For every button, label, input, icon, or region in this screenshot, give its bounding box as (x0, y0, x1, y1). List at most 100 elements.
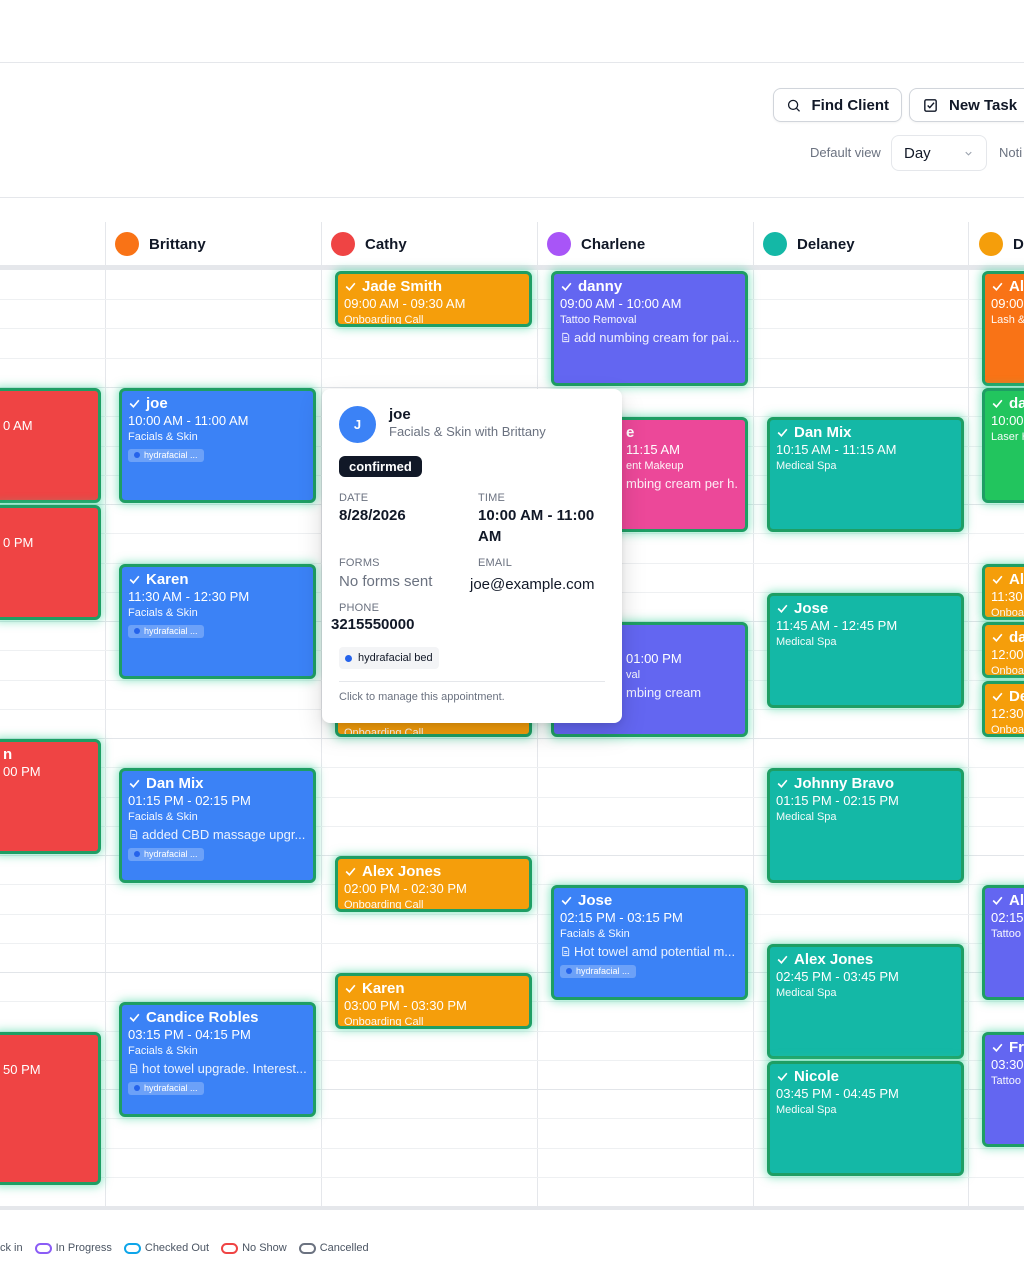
check-icon (129, 575, 140, 584)
appointment-time: 11:30 AM - 12:30 PM (128, 589, 250, 604)
appointment-client-name: da (991, 629, 1024, 646)
default-view-value: Day (904, 144, 931, 162)
status-badge: confirmed (339, 456, 422, 477)
appointment-card[interactable]: De 12:30 Onboar (982, 681, 1024, 737)
note-icon (562, 946, 570, 957)
avatar: J (339, 406, 376, 443)
appointment-popover[interactable]: J joe Facials & Skin with Brittany confi… (322, 389, 622, 723)
staff-color-dot (763, 232, 787, 256)
note-icon (562, 332, 570, 343)
appointment-time: 03:15 PM - 04:15 PM (128, 1027, 251, 1042)
staff-header-delaney[interactable]: Delaney (763, 222, 963, 266)
staff-name: Cathy (365, 235, 407, 253)
check-icon (561, 282, 572, 291)
appointment-service: Medical Spa (776, 987, 837, 999)
check-icon (777, 955, 788, 964)
appointment-card[interactable]: Dan Mix 01:15 PM - 02:15 PM Facials & Sk… (119, 768, 316, 883)
staff-name: Delaney (797, 235, 855, 253)
appointment-card[interactable]: n 00 PM (0, 739, 101, 854)
appointment-card[interactable]: Ali 11:30 A Onboar (982, 564, 1024, 620)
appointment-time: 10:15 AM - 11:15 AM (776, 442, 897, 457)
appointment-card[interactable]: Karen 03:00 PM - 03:30 PM Onboarding Cal… (335, 973, 532, 1029)
appointment-card[interactable]: danny 09:00 AM - 10:00 AM Tattoo Removal… (551, 271, 748, 386)
staff-color-dot (547, 232, 571, 256)
staff-header-charlene[interactable]: Charlene (547, 222, 747, 266)
legend-ring-icon (34, 1242, 52, 1254)
appointment-time: 10:00 AM - 11:00 AM (128, 413, 249, 428)
new-task-button[interactable]: New Task (909, 88, 1024, 122)
appointment-note: hot towel upgrade. Interest... (128, 1059, 307, 1078)
appointment-client-name: Johnny Bravo (776, 775, 955, 792)
legend-item: Checked Out (123, 1242, 209, 1254)
toolbar-divider (0, 197, 1024, 198)
appointment-card[interactable]: Alex Jones 02:45 PM - 03:45 PM Medical S… (767, 944, 964, 1059)
appointment-card[interactable]: Ale 02:15 Tattoo (982, 885, 1024, 1000)
legend-ring-icon (123, 1242, 141, 1254)
appointment-time: 0 AM (3, 418, 33, 433)
notifications-label[interactable]: Noti (999, 145, 1022, 160)
appointment-card[interactable]: Dan Mix 10:15 AM - 11:15 AM Medical Spa (767, 417, 964, 532)
appointment-client-name: Dan Mix (128, 775, 307, 792)
appointment-card[interactable]: Alex Jones 02:00 PM - 02:30 PM Onboardin… (335, 856, 532, 912)
resource-tag: hydrafacial bed (339, 647, 439, 669)
staff-header-partial[interactable]: De (979, 222, 1024, 266)
grid-line (0, 358, 1024, 359)
grid-line (0, 914, 1024, 915)
note-icon (130, 829, 138, 840)
appointment-card[interactable]: Candice Robles 03:15 PM - 04:15 PM Facia… (119, 1002, 316, 1117)
staff-header-cathy[interactable]: Cathy (331, 222, 531, 266)
note-icon (130, 1063, 138, 1074)
appointment-card[interactable]: da 10:00 Laser H (982, 388, 1024, 503)
appointment-card[interactable]: Jose 02:15 PM - 03:15 PM Facials & Skin … (551, 885, 748, 1000)
date-value: 8/28/2026 (339, 507, 406, 524)
appointment-service: Facials & Skin (128, 811, 198, 823)
header-bottom-bar (0, 265, 1024, 270)
appointment-time: 09:00 AM - 09:30 AM (344, 296, 466, 311)
appointment-service: Onboar (991, 665, 1024, 677)
appointment-client-name: Fra (991, 1039, 1024, 1056)
check-icon (345, 984, 356, 993)
staff-color-dot (115, 232, 139, 256)
appointment-card[interactable]: Jose 11:45 AM - 12:45 PM Medical Spa (767, 593, 964, 708)
popover-client-name: joe (389, 406, 411, 423)
appointment-card[interactable]: Jade Smith 09:00 AM - 09:30 AM Onboardin… (335, 271, 532, 327)
chevron-down-icon (965, 151, 972, 156)
resource-tag: hydrafacial ... (560, 964, 636, 978)
legend-item: No Show (221, 1242, 287, 1254)
appointment-service: Facials & Skin (128, 607, 198, 619)
appointment-card[interactable]: Karen 11:30 AM - 12:30 PM Facials & Skin… (119, 564, 316, 679)
email-value[interactable]: joe@example.com (470, 574, 594, 595)
appointment-card[interactable]: da 12:00 Onboar (982, 622, 1024, 678)
phone-value[interactable]: 3215550000 (331, 614, 414, 635)
check-icon (992, 692, 1003, 701)
appointment-card[interactable]: Ale 09:00 Lash & (982, 271, 1024, 386)
status-legend: ck in In Progress Checked Out No Show Ca… (0, 1238, 381, 1258)
appointment-client-name: danny (560, 278, 739, 295)
find-client-label: Find Client (811, 96, 890, 114)
appointment-card[interactable]: joe 10:00 AM - 11:00 AM Facials & Skin h… (119, 388, 316, 503)
find-client-button[interactable]: Find Client (773, 88, 902, 122)
default-view-select[interactable]: Day (891, 135, 987, 171)
appointment-client-name: Alex Jones (776, 951, 955, 968)
staff-color-dot (331, 232, 355, 256)
staff-header-brittany[interactable]: Brittany (115, 222, 315, 266)
appointment-card[interactable]: 0 AM (0, 388, 101, 503)
calendar-app: Find Client New Task Default view Day No… (0, 0, 1024, 1280)
check-icon (129, 779, 140, 788)
time-label: TIME (478, 492, 506, 504)
appointment-card[interactable]: Johnny Bravo 01:15 PM - 02:15 PM Medical… (767, 768, 964, 883)
forms-value: No forms sent (339, 573, 433, 590)
appointment-card[interactable]: Nicole 03:45 PM - 04:45 PM Medical Spa (767, 1061, 964, 1176)
check-icon (777, 604, 788, 613)
appointment-card[interactable]: 50 PM (0, 1032, 101, 1185)
appointment-card[interactable]: Fra 03:30 Tattoo (982, 1032, 1024, 1147)
appointment-client-name: Ali (991, 571, 1024, 588)
appointment-time: 09:00 (991, 296, 1024, 311)
appointment-client-name: n (3, 746, 13, 763)
appointment-card[interactable]: 0 PM (0, 505, 101, 620)
appointment-service: Tattoo (991, 928, 1021, 940)
appointment-time: 03:00 PM - 03:30 PM (344, 998, 467, 1013)
check-icon (345, 867, 356, 876)
legend-ring-icon (221, 1242, 239, 1254)
appointment-service: Tattoo Removal (560, 314, 637, 326)
